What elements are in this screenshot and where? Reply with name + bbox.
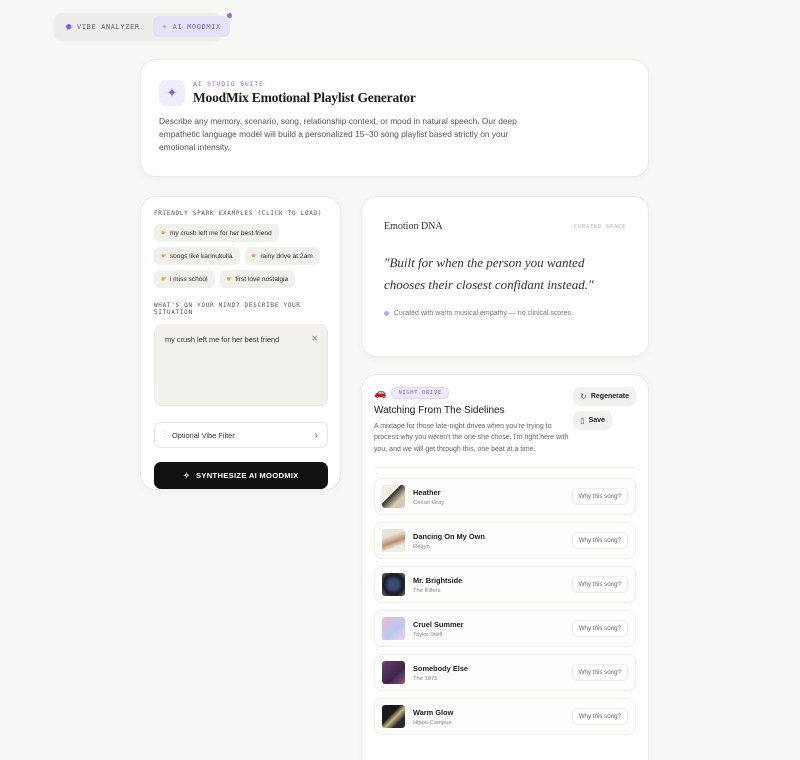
song-row[interactable]: Warm Glow Hippo Campus Why this song? [374,698,636,736]
header-card: ✦ AI STUDIO SUITE MoodMix Emotional Play… [140,59,649,177]
emotion-dna-card: Emotion DNA CURATED SPACE "Built for whe… [361,196,649,357]
song-artist: The 1975 [413,675,438,682]
song-artist: Conan Gray [413,499,445,506]
song-row[interactable]: Dancing On My Own Robyn Why this song? [374,522,636,560]
situation-input[interactable]: my crush left me for her best friend ✕ [154,324,328,406]
why-this-song-button[interactable]: Why this song? [571,488,628,506]
song-artist: The Killers [413,587,441,594]
tab-ai-moodmix[interactable]: ✧ AI MOODMIX [152,13,233,37]
song-row[interactable]: Somebody Else The 1975 Why this song? [374,654,636,692]
sparkle-icon: ✧ [183,471,191,480]
song-row[interactable]: Mr. Brightside The Killers Why this song… [374,566,636,604]
song-row[interactable]: Cruel Summer Taylor Swift Why this song? [374,610,636,648]
playlist-title: Watching From The Sidelines [374,405,505,416]
hand-icon: ☛ [161,253,167,260]
mode-switch: ● VIBE ANALYZER ✧ AI MOODMIX [54,13,233,40]
song-list: Heather Conan Gray Why this song? Dancin… [374,478,636,736]
why-this-song-button[interactable]: Why this song? [571,532,628,550]
song-artist: Robyn [413,543,430,550]
album-art [382,573,405,597]
synthesize-button[interactable]: ✧ SYNTHESIZE AI MOODMIX [154,462,328,489]
sparkle-icon: ✧ [161,21,168,32]
situation-value: my crush left me for her best friend [165,335,280,344]
song-title: Heather [413,487,441,497]
song-title: Mr. Brightside [413,575,463,585]
album-art [382,661,405,685]
song-title: Dancing On My Own [413,531,485,541]
why-this-song-button[interactable]: Why this song? [571,708,628,726]
vibe-filter-button[interactable]: ⫶ Optional Vibe Filter › [154,422,328,448]
sparkle-icon: ✦ [159,80,185,106]
hand-icon: ☛ [251,253,258,260]
close-icon[interactable]: ✕ [311,334,318,343]
album-art [382,705,405,729]
input-panel: FRIENDLY SPARK EXAMPLES (CLICK TO LOAD) … [140,196,341,490]
hand-icon: ☛ [226,276,233,283]
vibe-filter-label: Optional Vibe Filter [172,430,235,440]
examples-label: FRIENDLY SPARK EXAMPLES (CLICK TO LOAD) [154,210,323,217]
refresh-icon: ↻ [580,392,587,401]
emotion-dna-title: Emotion DNA [384,221,443,232]
tab-vibe-analyzer[interactable]: ● VIBE ANALYZER [57,16,149,37]
regenerate-button[interactable]: ↻ Regenerate [573,387,636,406]
playlist-tag: NIGHT DRIVE [391,387,449,399]
why-this-song-button[interactable]: Why this song? [571,576,628,594]
curated-space-tag: CURATED SPACE [573,223,626,230]
hand-icon: ☛ [161,276,167,283]
song-artist: Taylor Swift [413,631,443,638]
eyebrow: AI STUDIO SUITE [193,80,264,88]
page-description: Describe any memory, scenario, song, rel… [159,116,517,152]
synthesize-label: SYNTHESIZE AI MOODMIX [196,471,299,480]
example-chip[interactable]: ☛ i miss school [154,270,215,288]
why-this-song-button[interactable]: Why this song? [571,620,628,638]
brain-icon: ● [66,21,73,32]
divider [374,467,636,469]
chevron-right-icon: › [314,429,318,441]
dot-icon [384,311,389,316]
album-art [382,485,405,509]
emotion-note: Curated with warm musical empathy — no c… [394,310,573,317]
playlist-description: A mixtape for those late-night drives wh… [374,423,569,453]
album-art [382,617,405,641]
hand-icon: ☛ [161,230,167,237]
situation-label: WHAT'S ON YOUR MIND? DESCRIBE YOUR SITUA… [154,302,301,316]
song-row[interactable]: Heather Conan Gray Why this song? [374,478,636,516]
emotion-quote: "Built for when the person you wanted ch… [384,255,594,292]
playlist-card: 🚗 NIGHT DRIVE Watching From The Sideline… [361,374,649,760]
example-chip[interactable]: ☛ songs like kannukulla [154,247,240,265]
tab-label: AI MOODMIX [172,22,221,31]
example-chips: ☛ my crush left me for her best friend ☛ s… [154,224,330,288]
car-icon: 🚗 [374,387,387,399]
song-title: Cruel Summer [413,619,464,629]
save-button[interactable]: ▯ Save [573,411,612,430]
example-chip[interactable]: ☛ my crush left me for her best friend [154,224,279,242]
song-artist: Hippo Campus [413,719,452,726]
song-title: Warm Glow [413,707,454,717]
tab-label: VIBE ANALYZER [77,22,140,31]
album-art [382,529,405,553]
page-title: MoodMix Emotional Playlist Generator [193,90,416,105]
bookmark-icon: ▯ [580,416,585,425]
example-chip[interactable]: ☛ rainy drive at 2am [244,247,320,265]
example-chip[interactable]: ☛ first love nostalgia [219,270,296,288]
song-title: Somebody Else [413,663,469,673]
why-this-song-button[interactable]: Why this song? [571,664,628,682]
sliders-icon: ⫶ [164,430,166,439]
